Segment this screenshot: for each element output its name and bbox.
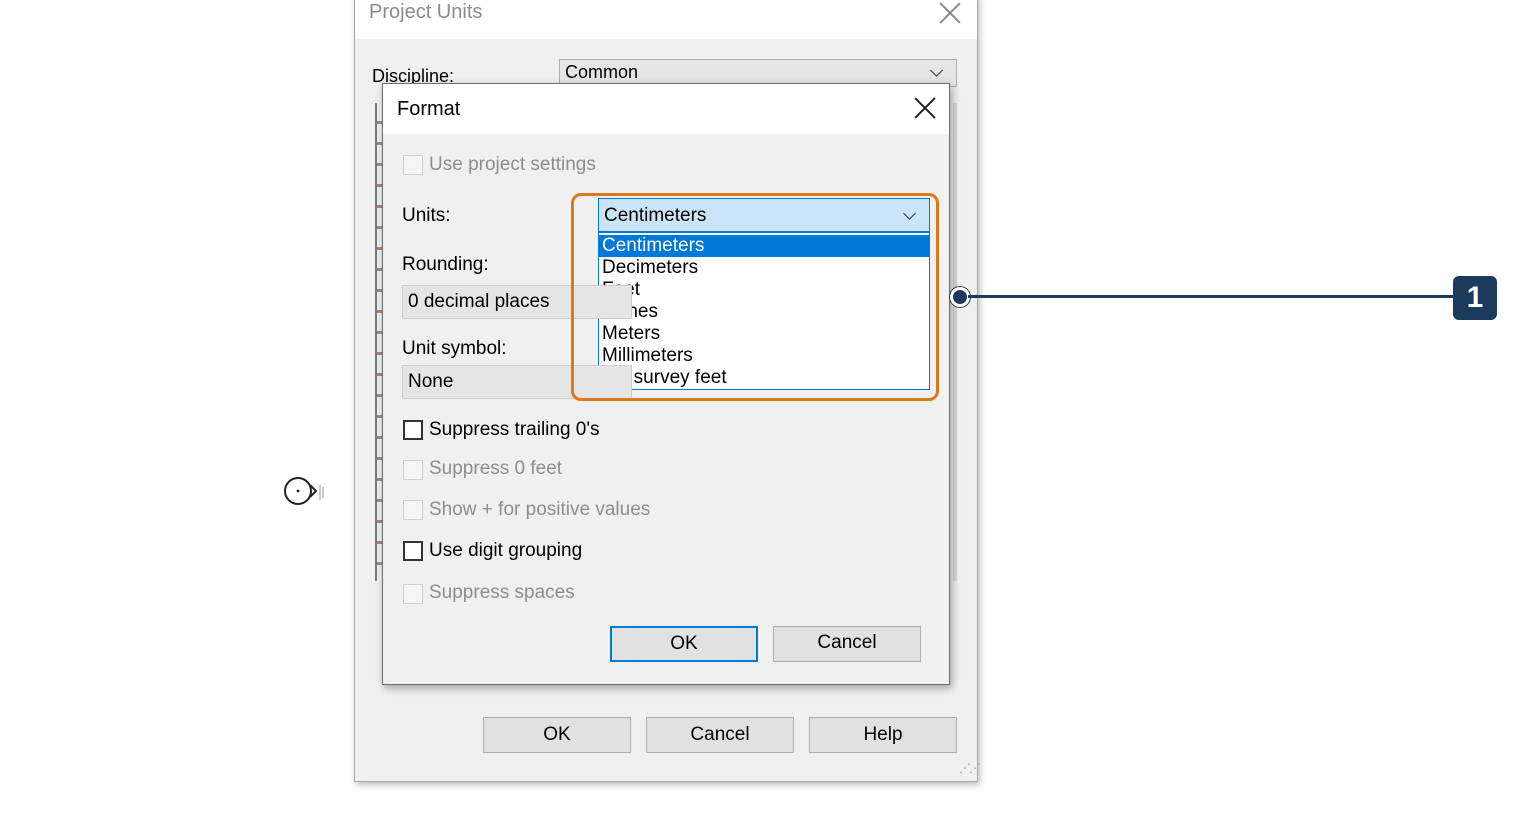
use-project-settings-checkbox[interactable] [403, 155, 423, 175]
units-table-scrollbar[interactable] [953, 103, 957, 581]
chevron-down-icon [932, 66, 942, 76]
callout-dot [950, 287, 970, 307]
format-title: Format [397, 98, 461, 120]
project-units-close-icon[interactable] [939, 1, 961, 23]
rounding-label: Rounding: [402, 254, 489, 275]
format-titlebar: Format [383, 84, 949, 134]
cursor-icon [284, 477, 324, 505]
suppress-spaces-label: Suppress spaces [429, 582, 575, 603]
discipline-value: Common [565, 62, 639, 82]
rounding-value: 0 decimal places [408, 291, 550, 312]
units-label: Units: [402, 205, 451, 226]
project-units-titlebar: Project Units [355, 0, 977, 39]
show-plus-checkbox[interactable] [403, 500, 423, 520]
suppress-trailing-zeros-checkbox[interactable] [403, 420, 423, 440]
suppress-trailing-zeros-label: Suppress trailing 0's [429, 419, 600, 440]
suppress-spaces-checkbox[interactable] [403, 584, 423, 604]
project-units-title: Project Units [369, 1, 483, 23]
suppress-zero-feet-label: Suppress 0 feet [429, 458, 563, 479]
project-units-ok-button[interactable]: OK [483, 717, 631, 753]
unit-symbol-value: None [408, 371, 454, 392]
callout-line [968, 295, 1454, 298]
project-units-help-button[interactable]: Help [809, 717, 957, 753]
format-close-icon[interactable] [913, 96, 937, 120]
resize-grip-icon[interactable]: ⋰⋰ [959, 761, 981, 775]
units-highlight-frame [571, 193, 939, 401]
format-cancel-button[interactable]: Cancel [773, 626, 921, 662]
format-ok-button[interactable]: OK [610, 626, 758, 662]
show-plus-label: Show + for positive values [429, 499, 651, 520]
suppress-zero-feet-checkbox[interactable] [403, 460, 423, 480]
use-digit-grouping-label: Use digit grouping [429, 540, 583, 561]
project-units-cancel-button[interactable]: Cancel [646, 717, 794, 753]
callout-badge: 1 [1453, 276, 1497, 320]
use-digit-grouping-checkbox[interactable] [403, 541, 423, 561]
unit-symbol-label: Unit symbol: [402, 338, 507, 359]
use-project-settings-label: Use project settings [429, 154, 596, 175]
